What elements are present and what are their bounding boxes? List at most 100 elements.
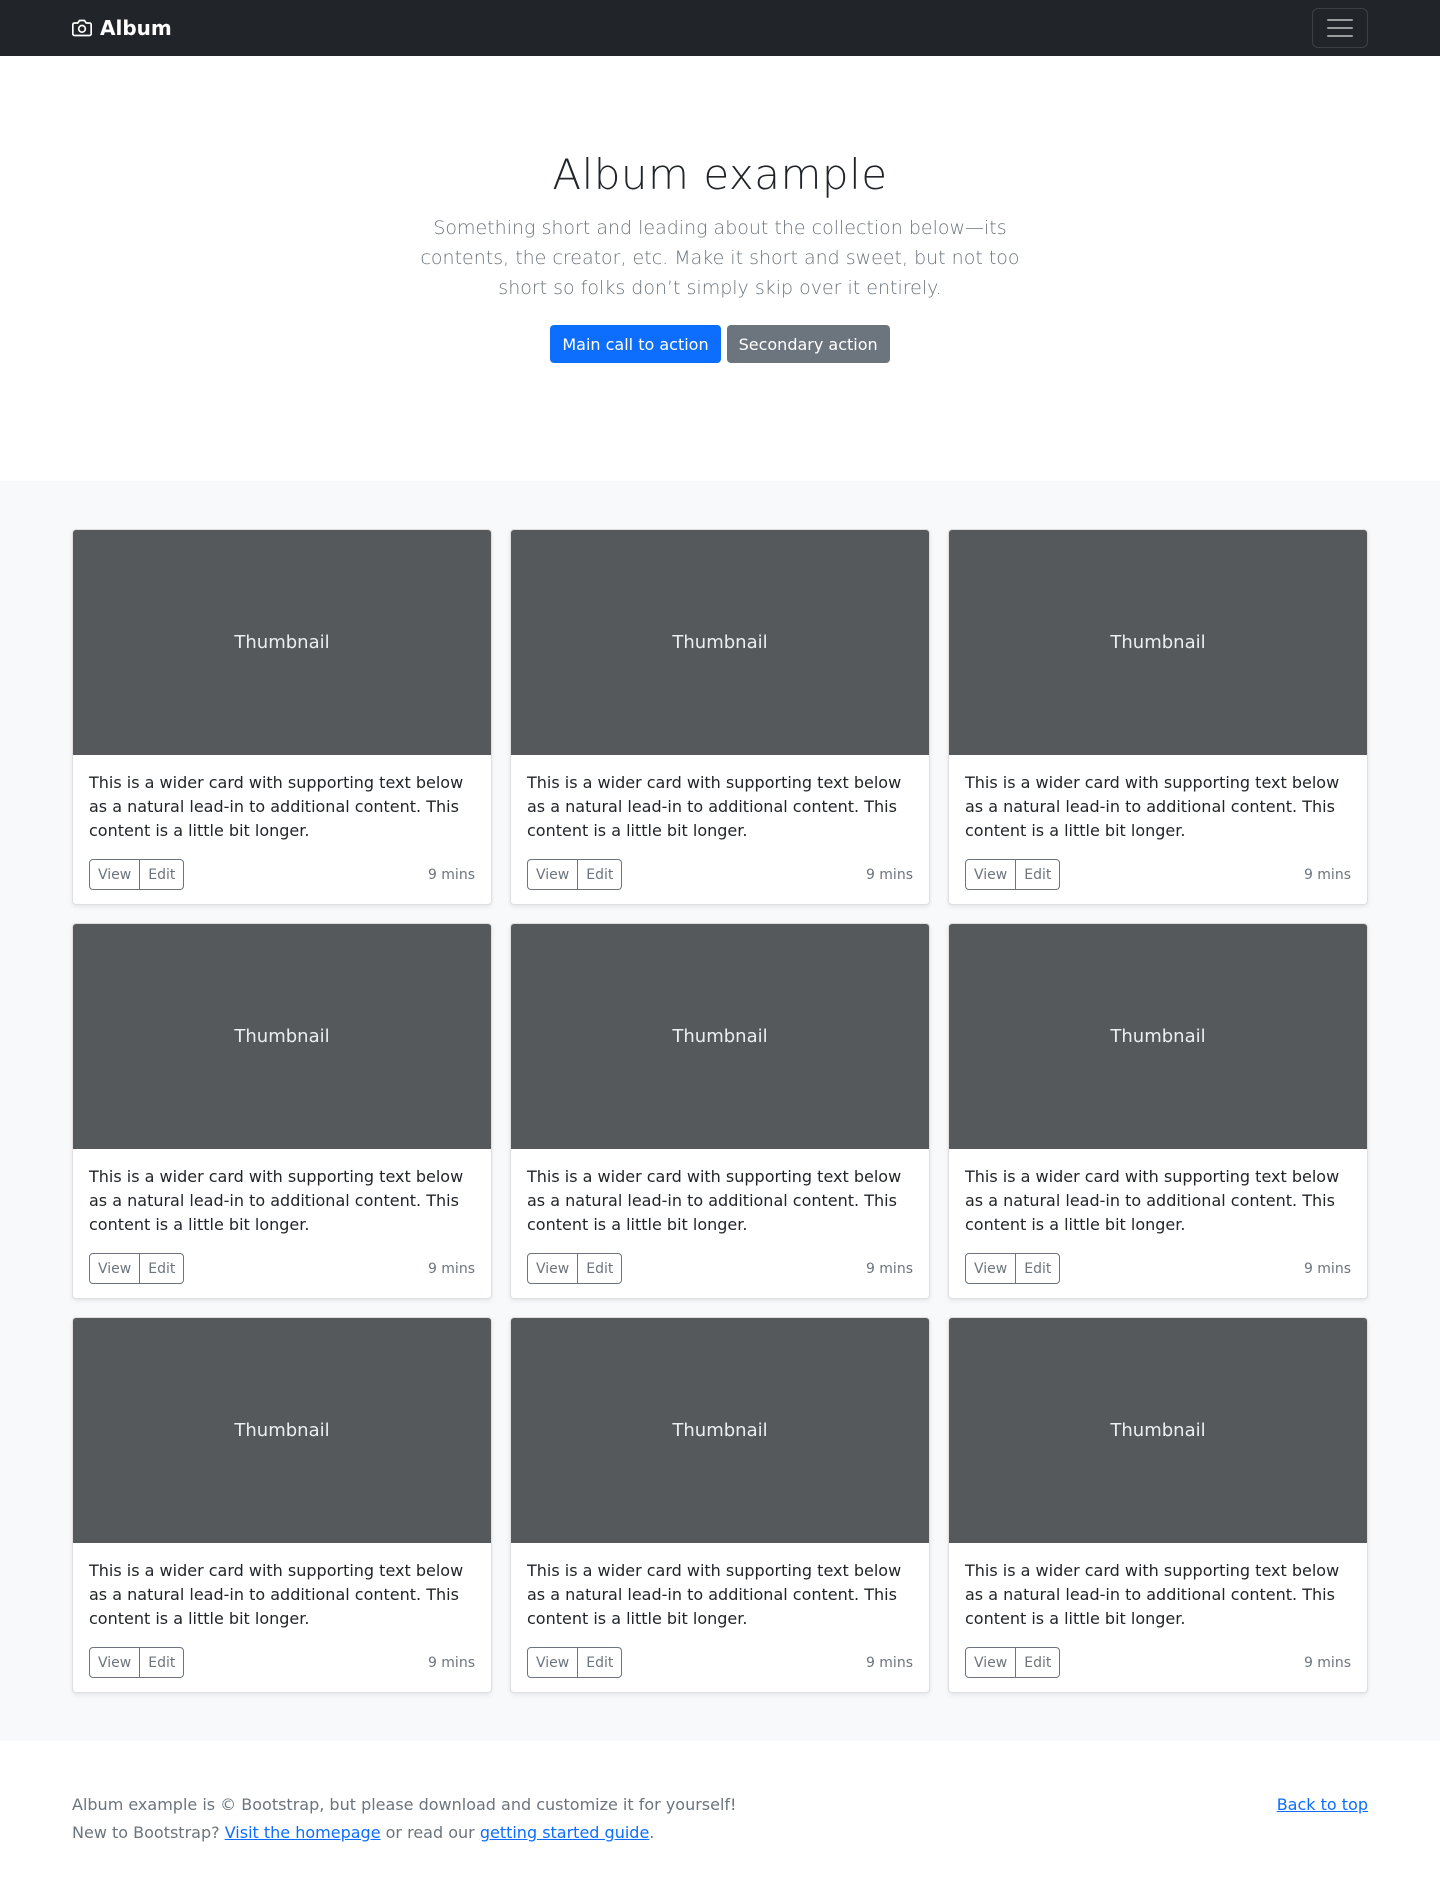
card-button-group: View Edit bbox=[965, 1253, 1061, 1284]
getting-started-link[interactable]: getting started guide bbox=[480, 1823, 649, 1842]
brand-link[interactable]: Album bbox=[72, 16, 172, 40]
card-body: This is a wider card with supporting tex… bbox=[511, 1149, 929, 1298]
album-card: Thumbnail This is a wider card with supp… bbox=[510, 1317, 930, 1693]
card-time: 9 mins bbox=[865, 866, 913, 883]
card-body: This is a wider card with supporting tex… bbox=[511, 755, 929, 904]
view-button[interactable]: View bbox=[527, 859, 579, 890]
card-actions: View Edit 9 mins bbox=[965, 1647, 1351, 1678]
edit-button[interactable]: Edit bbox=[1016, 859, 1061, 890]
card-time: 9 mins bbox=[427, 1654, 475, 1671]
card-actions: View Edit 9 mins bbox=[527, 859, 913, 890]
thumbnail-label: Thumbnail bbox=[672, 632, 768, 653]
edit-button[interactable]: Edit bbox=[140, 1253, 185, 1284]
card-thumbnail: Thumbnail bbox=[949, 530, 1367, 755]
view-button[interactable]: View bbox=[965, 859, 1017, 890]
card-actions: View Edit 9 mins bbox=[965, 859, 1351, 890]
album-card: Thumbnail This is a wider card with supp… bbox=[72, 529, 492, 905]
navbar-toggler-button[interactable] bbox=[1312, 8, 1368, 48]
footer-copyright: Album example is © Bootstrap, but please… bbox=[72, 1795, 737, 1814]
edit-button[interactable]: Edit bbox=[140, 859, 185, 890]
page-title: Album example bbox=[552, 150, 888, 199]
card-thumbnail: Thumbnail bbox=[73, 924, 491, 1149]
card-thumbnail: Thumbnail bbox=[949, 924, 1367, 1149]
card-button-group: View Edit bbox=[965, 1647, 1061, 1678]
edit-button[interactable]: Edit bbox=[1016, 1253, 1061, 1284]
card-thumbnail: Thumbnail bbox=[73, 530, 491, 755]
card-thumbnail: Thumbnail bbox=[511, 530, 929, 755]
edit-button[interactable]: Edit bbox=[140, 1647, 185, 1678]
hero-buttons: Main call to action Secondary action bbox=[0, 325, 1440, 363]
back-to-top-link[interactable]: Back to top bbox=[1277, 1795, 1368, 1814]
card-button-group: View Edit bbox=[89, 1253, 185, 1284]
view-button[interactable]: View bbox=[965, 1647, 1017, 1678]
card-button-group: View Edit bbox=[89, 1647, 185, 1678]
card-button-group: View Edit bbox=[527, 1253, 623, 1284]
thumbnail-label: Thumbnail bbox=[234, 1026, 330, 1047]
album-card: Thumbnail This is a wider card with supp… bbox=[510, 923, 930, 1299]
homepage-link[interactable]: Visit the homepage bbox=[225, 1823, 381, 1842]
navbar: Album bbox=[0, 0, 1440, 56]
view-button[interactable]: View bbox=[89, 1253, 141, 1284]
main-call-to-action-button[interactable]: Main call to action bbox=[550, 325, 721, 363]
album-section: Thumbnail This is a wider card with supp… bbox=[0, 481, 1440, 1741]
camera-icon bbox=[72, 19, 92, 37]
album-card: Thumbnail This is a wider card with supp… bbox=[72, 1317, 492, 1693]
card-thumbnail: Thumbnail bbox=[73, 1318, 491, 1543]
card-text: This is a wider card with supporting tex… bbox=[965, 773, 1340, 840]
card-button-group: View Edit bbox=[965, 859, 1061, 890]
brand-name: Album bbox=[100, 16, 172, 40]
card-time: 9 mins bbox=[865, 1654, 913, 1671]
view-button[interactable]: View bbox=[527, 1647, 579, 1678]
album-card: Thumbnail This is a wider card with supp… bbox=[72, 923, 492, 1299]
edit-button[interactable]: Edit bbox=[578, 859, 623, 890]
card-time: 9 mins bbox=[1303, 1654, 1351, 1671]
card-body: This is a wider card with supporting tex… bbox=[949, 1149, 1367, 1298]
card-time: 9 mins bbox=[1303, 1260, 1351, 1277]
album-card: Thumbnail This is a wider card with supp… bbox=[948, 1317, 1368, 1693]
footer-links-line: New to Bootstrap? Visit the homepage or … bbox=[72, 1823, 655, 1842]
card-text: This is a wider card with supporting tex… bbox=[89, 1561, 464, 1628]
card-actions: View Edit 9 mins bbox=[965, 1253, 1351, 1284]
hero-section: Album example Something short and leadin… bbox=[0, 56, 1440, 481]
card-text: This is a wider card with supporting tex… bbox=[89, 1167, 464, 1234]
card-time: 9 mins bbox=[865, 1260, 913, 1277]
card-button-group: View Edit bbox=[527, 859, 623, 890]
view-button[interactable]: View bbox=[89, 1647, 141, 1678]
card-grid: Thumbnail This is a wider card with supp… bbox=[72, 529, 1368, 1693]
thumbnail-label: Thumbnail bbox=[234, 1420, 330, 1441]
edit-button[interactable]: Edit bbox=[578, 1253, 623, 1284]
card-text: This is a wider card with supporting tex… bbox=[965, 1561, 1340, 1628]
card-button-group: View Edit bbox=[89, 859, 185, 890]
card-body: This is a wider card with supporting tex… bbox=[511, 1543, 929, 1692]
card-text: This is a wider card with supporting tex… bbox=[527, 1561, 902, 1628]
secondary-action-button[interactable]: Secondary action bbox=[726, 325, 890, 363]
thumbnail-label: Thumbnail bbox=[672, 1420, 768, 1441]
card-body: This is a wider card with supporting tex… bbox=[949, 755, 1367, 904]
album-card: Thumbnail This is a wider card with supp… bbox=[510, 529, 930, 905]
thumbnail-label: Thumbnail bbox=[1110, 1420, 1206, 1441]
hero-lead: Something short and leading about the co… bbox=[420, 217, 1020, 299]
thumbnail-label: Thumbnail bbox=[234, 632, 330, 653]
card-actions: View Edit 9 mins bbox=[89, 1253, 475, 1284]
card-text: This is a wider card with supporting tex… bbox=[89, 773, 464, 840]
card-actions: View Edit 9 mins bbox=[527, 1253, 913, 1284]
edit-button[interactable]: Edit bbox=[1016, 1647, 1061, 1678]
view-button[interactable]: View bbox=[527, 1253, 579, 1284]
card-text: This is a wider card with supporting tex… bbox=[527, 1167, 902, 1234]
card-text: This is a wider card with supporting tex… bbox=[965, 1167, 1340, 1234]
card-actions: View Edit 9 mins bbox=[527, 1647, 913, 1678]
card-body: This is a wider card with supporting tex… bbox=[73, 755, 491, 904]
album-card: Thumbnail This is a wider card with supp… bbox=[948, 923, 1368, 1299]
card-thumbnail: Thumbnail bbox=[949, 1318, 1367, 1543]
edit-button[interactable]: Edit bbox=[578, 1647, 623, 1678]
view-button[interactable]: View bbox=[89, 859, 141, 890]
card-time: 9 mins bbox=[427, 1260, 475, 1277]
view-button[interactable]: View bbox=[965, 1253, 1017, 1284]
album-card: Thumbnail This is a wider card with supp… bbox=[948, 529, 1368, 905]
thumbnail-label: Thumbnail bbox=[672, 1026, 768, 1047]
card-body: This is a wider card with supporting tex… bbox=[73, 1543, 491, 1692]
hamburger-menu-icon bbox=[1327, 19, 1353, 21]
card-body: This is a wider card with supporting tex… bbox=[73, 1149, 491, 1298]
card-text: This is a wider card with supporting tex… bbox=[527, 773, 902, 840]
footer: Album example is © Bootstrap, but please… bbox=[0, 1741, 1440, 1890]
